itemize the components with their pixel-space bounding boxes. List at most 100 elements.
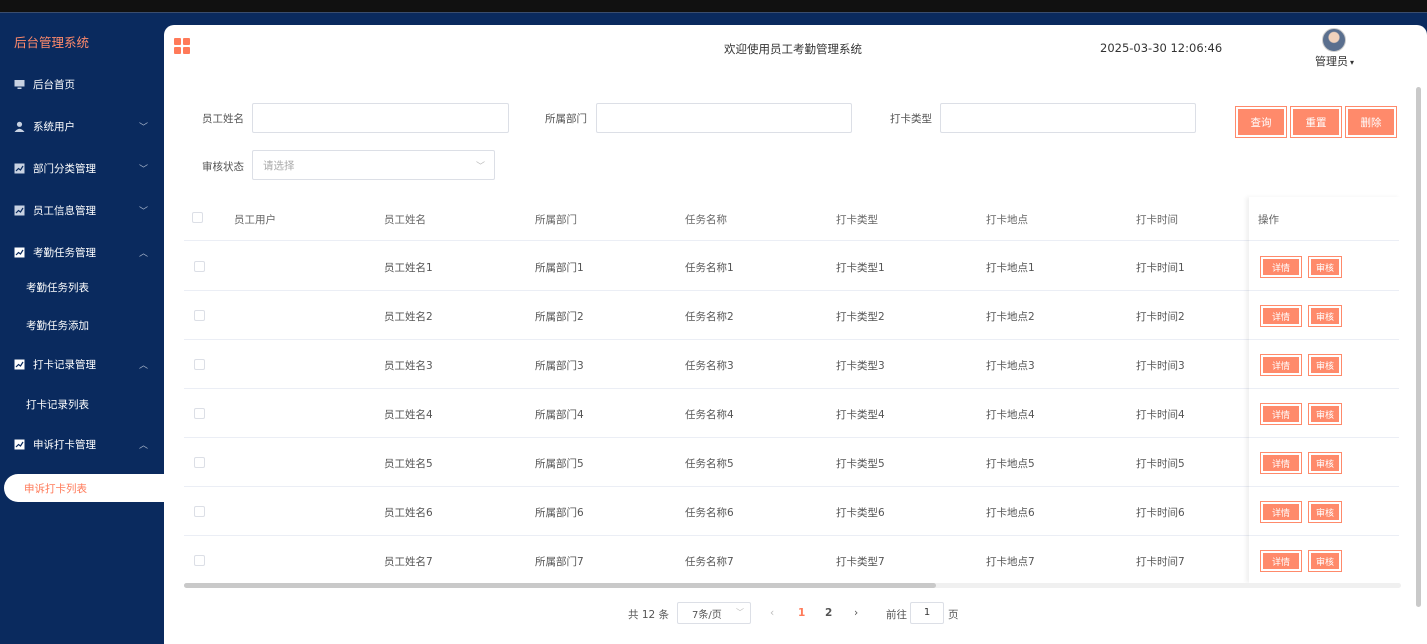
detail-button[interactable]: 详情 (1260, 403, 1302, 425)
table-cell: 任务名称5 (685, 458, 734, 470)
employee-name-input[interactable] (252, 103, 509, 133)
avatar[interactable] (1322, 28, 1346, 52)
table-cell: 打卡类型5 (836, 458, 885, 470)
sidebar-item-system-users[interactable]: 系统用户 ﹀ (0, 106, 164, 146)
detail-button[interactable]: 详情 (1260, 256, 1302, 278)
monitor-icon (14, 79, 25, 90)
sidebar-item-attendance-tasks[interactable]: 考勤任务管理 ︿ (0, 232, 164, 272)
pagination-total: 共 12 条 (628, 609, 670, 621)
detail-button[interactable]: 详情 (1260, 354, 1302, 376)
column-header: 员工用户 (234, 214, 276, 226)
page-number-current[interactable]: 1 (798, 607, 805, 619)
query-button[interactable]: 查询 (1235, 106, 1287, 138)
table-row: 员工姓名2 所属部门2 任务名称2 打卡类型2 打卡地点2 打卡时间2 详情 审核 (184, 291, 1399, 340)
table-row: 员工姓名1 所属部门1 任务名称1 打卡类型1 打卡地点1 打卡时间1 详情 审核 (184, 242, 1399, 291)
sidebar-item-label: 员工信息管理 (33, 204, 96, 217)
review-button[interactable]: 审核 (1308, 305, 1342, 327)
detail-button[interactable]: 详情 (1260, 305, 1302, 327)
review-button[interactable]: 审核 (1308, 256, 1342, 278)
table-cell: 所属部门7 (535, 556, 584, 568)
sidebar-item-label: 打卡记录管理 (33, 358, 96, 371)
table-cell: 打卡地点4 (986, 409, 1035, 421)
review-button[interactable]: 审核 (1308, 452, 1342, 474)
punch-type-input[interactable] (940, 103, 1196, 133)
table-cell: 任务名称7 (685, 556, 734, 568)
table-cell: 打卡地点7 (986, 556, 1035, 568)
table-cell: 任务名称3 (685, 360, 734, 372)
caret-down-icon: ▾ (1350, 58, 1355, 67)
column-header: 打卡地点 (986, 214, 1028, 226)
column-header: 打卡类型 (836, 214, 878, 226)
chart-icon (14, 205, 25, 216)
table-cell: 员工姓名1 (384, 262, 433, 274)
row-checkbox[interactable] (194, 457, 205, 468)
chevron-up-icon: ︿ (138, 440, 148, 451)
row-checkbox[interactable] (194, 408, 205, 419)
table-cell: 打卡类型1 (836, 262, 885, 274)
table-cell: 打卡地点1 (986, 262, 1035, 274)
header-datetime: 2025-03-30 12:06:46 (1100, 41, 1223, 55)
sidebar-item-employees[interactable]: 员工信息管理 ﹀ (0, 190, 164, 230)
next-page-button[interactable]: › (854, 607, 858, 619)
user-icon (14, 121, 25, 132)
vertical-scrollbar[interactable] (1416, 87, 1421, 607)
sidebar-item-appeals[interactable]: 申诉打卡管理 ︿ (0, 424, 164, 464)
detail-button[interactable]: 详情 (1260, 452, 1302, 474)
sidebar-subitem-punch-record-list[interactable]: 打卡记录列表 (0, 386, 164, 422)
detail-button[interactable]: 详情 (1260, 501, 1302, 523)
goto-page-input[interactable]: 1 (910, 602, 944, 624)
row-checkbox[interactable] (194, 506, 205, 517)
table-cell: 员工姓名6 (384, 507, 433, 519)
main-panel: 欢迎使用员工考勤管理系统 2025-03-30 12:06:46 管理员 ▾ 员工… (164, 25, 1427, 644)
sidebar-item-punch-records[interactable]: 打卡记录管理 ︿ (0, 344, 164, 384)
table-cell: 打卡时间7 (1136, 556, 1185, 568)
sidebar-subitem-appeal-list[interactable]: 申诉打卡列表 (4, 474, 164, 502)
window-top-bar (0, 0, 1427, 13)
row-checkbox[interactable] (194, 359, 205, 370)
chart-icon (14, 359, 25, 370)
prev-page-button[interactable]: ‹ (770, 607, 774, 619)
reset-button[interactable]: 重置 (1290, 106, 1342, 138)
review-button[interactable]: 审核 (1308, 354, 1342, 376)
row-checkbox[interactable] (194, 310, 205, 321)
horizontal-scrollbar[interactable] (184, 583, 1401, 588)
select-all-checkbox[interactable] (192, 212, 203, 223)
review-button[interactable]: 审核 (1308, 501, 1342, 523)
sidebar: 后台管理系统 后台首页 系统用户 ﹀ 部门分类管理 ﹀ 员工信息管理 ﹀ 考勤任… (0, 14, 164, 644)
user-menu[interactable]: 管理员 ▾ (1315, 53, 1354, 69)
column-header: 所属部门 (535, 214, 577, 226)
table-cell: 任务名称4 (685, 409, 734, 421)
detail-button[interactable]: 详情 (1260, 550, 1302, 572)
column-header: 操作 (1258, 214, 1279, 226)
sidebar-item-home[interactable]: 后台首页 (0, 64, 164, 104)
table-cell: 员工姓名5 (384, 458, 433, 470)
chart-icon (14, 247, 25, 258)
sidebar-subitem-attendance-task-add[interactable]: 考勤任务添加 (0, 307, 164, 343)
column-header: 任务名称 (685, 214, 727, 226)
table-cell: 所属部门2 (535, 311, 584, 323)
sidebar-item-label: 系统用户 (33, 120, 75, 133)
user-name: 管理员 (1315, 55, 1348, 68)
review-button[interactable]: 审核 (1308, 403, 1342, 425)
review-status-select[interactable]: 请选择 ﹀ (252, 150, 495, 180)
department-input[interactable] (596, 103, 852, 133)
grid-menu-icon[interactable] (174, 38, 190, 54)
table-cell: 打卡类型2 (836, 311, 885, 323)
scrollbar-thumb[interactable] (184, 583, 936, 588)
page-size-value: 7条/页 (692, 609, 722, 621)
table-cell: 打卡地点5 (986, 458, 1035, 470)
page-number[interactable]: 2 (825, 607, 832, 619)
review-button[interactable]: 审核 (1308, 550, 1342, 572)
sidebar-subitem-attendance-task-list[interactable]: 考勤任务列表 (0, 269, 164, 305)
chevron-down-icon: ﹀ (736, 608, 744, 617)
table-cell: 打卡地点3 (986, 360, 1035, 372)
sidebar-item-label: 后台首页 (33, 78, 75, 91)
row-checkbox[interactable] (194, 555, 205, 566)
employee-name-label: 员工姓名 (202, 113, 244, 125)
page-size-select[interactable]: 7条/页 ﹀ (677, 602, 751, 624)
table-cell: 打卡地点2 (986, 311, 1035, 323)
delete-button[interactable]: 删除 (1345, 106, 1397, 138)
sidebar-item-departments[interactable]: 部门分类管理 ﹀ (0, 148, 164, 188)
table-cell: 任务名称6 (685, 507, 734, 519)
row-checkbox[interactable] (194, 261, 205, 272)
